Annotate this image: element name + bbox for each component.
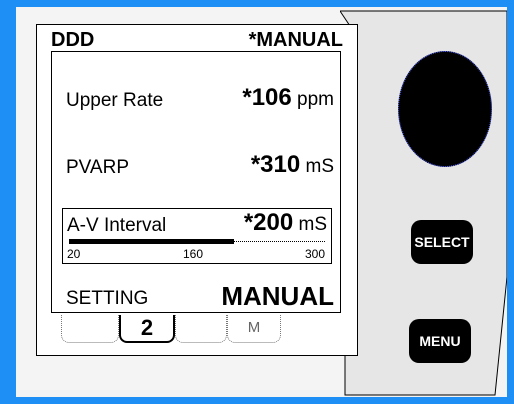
pvarp-unit: mS xyxy=(305,156,335,177)
frame-left xyxy=(0,0,16,404)
av-interval-number: *200 xyxy=(243,209,294,236)
pvarp-value: *310 mS xyxy=(251,151,334,179)
tab-3[interactable] xyxy=(175,315,227,343)
pvarp-number: *310 xyxy=(250,151,301,178)
tab-m-label: M xyxy=(247,319,261,336)
pvarp-label[interactable]: PVARP xyxy=(66,157,129,179)
frame-top xyxy=(0,0,514,7)
av-slider-mid: 160 xyxy=(183,247,204,261)
upper-rate-number: *106 xyxy=(242,84,292,111)
av-interval-unit: mS xyxy=(298,214,328,235)
setting-value: MANUAL xyxy=(221,281,334,311)
av-interval-value: *200 mS xyxy=(244,209,327,237)
menu-button[interactable]: MENU xyxy=(409,319,471,363)
parameter-panel: Upper Rate *106 ppm PVARP *310 mS A-V In… xyxy=(51,51,341,313)
select-button[interactable]: SELECT xyxy=(411,220,473,264)
av-slider-max: 300 xyxy=(304,247,325,261)
av-slider-fill xyxy=(69,239,234,244)
pacing-mode: DDD xyxy=(51,29,95,51)
tab-1[interactable] xyxy=(61,315,119,343)
upper-rate-label[interactable]: Upper Rate xyxy=(66,90,163,112)
display-screen: DDD *MANUAL Upper Rate *106 ppm PVARP *3… xyxy=(36,24,358,356)
tab-2-label: 2 xyxy=(140,315,154,340)
control-knob[interactable] xyxy=(398,51,492,167)
av-slider-min: 20 xyxy=(67,247,81,261)
upper-rate-unit: ppm xyxy=(297,89,334,110)
upper-rate-value: *106 ppm xyxy=(242,84,334,112)
tab-m[interactable]: M xyxy=(227,315,281,343)
tab-strip: 2 M xyxy=(61,315,311,345)
frame-right xyxy=(507,0,514,404)
tab-2[interactable]: 2 xyxy=(119,315,175,343)
setting-label: SETTING xyxy=(66,288,149,309)
header-setting: *MANUAL xyxy=(248,29,343,51)
frame-bottom xyxy=(0,397,514,404)
av-interval-box[interactable]: A-V Interval *200 mS 20 160 300 xyxy=(62,208,332,264)
av-interval-label: A-V Interval xyxy=(67,215,167,236)
